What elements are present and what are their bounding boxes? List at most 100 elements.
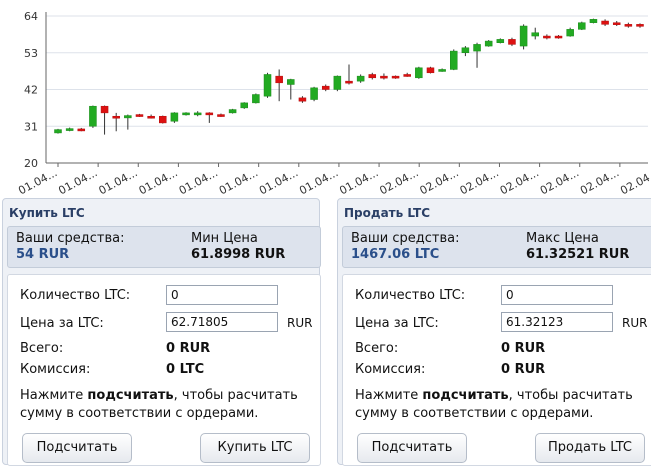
candle-body: [578, 22, 586, 30]
sell-price-label: Цена за LTC:: [355, 316, 439, 331]
candle-body: [612, 22, 621, 25]
candle-body: [182, 112, 190, 116]
sell-max-price-label: Макс Цена: [526, 231, 599, 246]
candle-body: [380, 75, 388, 79]
buy-funds-value: 54 RUR: [16, 247, 70, 262]
x-tick-label: 02.04...: [418, 166, 461, 197]
sell-order-form: Количество LTC: 0 Цена за LTC: 61.32123 …: [342, 274, 651, 466]
candle-body: [275, 75, 283, 84]
sell-qty-input[interactable]: 0: [501, 285, 613, 305]
candle-body: [484, 40, 493, 47]
candle-body: [54, 129, 62, 134]
candle-body: [450, 50, 458, 70]
sell-fee-value: 0 RUR: [501, 362, 546, 377]
buy-fee-label: Комиссия:: [20, 362, 91, 377]
candle-body: [333, 75, 342, 90]
y-tick-label: 20: [24, 157, 38, 170]
sell-hint-text-1: Нажмите: [355, 388, 423, 403]
buy-panel: Купить LTC Ваши средства: 54 RUR Мин Цен…: [2, 198, 321, 466]
candle-body: [391, 75, 400, 79]
sell-max-price-value: 61.32521 RUR: [526, 247, 630, 262]
sell-calc-hint: Нажмите подсчитать, чтобы расчитать сумм…: [355, 387, 645, 423]
sell-calculate-button[interactable]: Подсчитать: [357, 433, 467, 463]
candle-body: [543, 35, 551, 39]
sell-funds-value: 1467.06 LTC: [351, 247, 440, 262]
buy-total-value: 0 RUR: [166, 341, 211, 356]
buy-price-input[interactable]: 62.71805: [166, 312, 278, 332]
candle-body: [368, 74, 377, 79]
candle-body: [135, 114, 144, 117]
candle-body: [193, 112, 202, 116]
sell-funds-box: Ваши средства: 1467.06 LTC Макс Цена 61.…: [342, 226, 651, 268]
y-tick-label: 53: [24, 47, 38, 60]
candle-body: [508, 39, 516, 45]
candle-body: [345, 80, 353, 84]
candle-body: [240, 102, 248, 109]
x-tick-label: 02.04...: [578, 166, 621, 197]
candle-body: [65, 128, 74, 131]
candle-body: [356, 75, 365, 82]
candle-body: [89, 105, 97, 127]
buy-hint-bold: подсчитать: [87, 388, 174, 403]
candle-body: [77, 128, 86, 132]
candle-body: [438, 69, 446, 72]
sell-funds-label: Ваши средства:: [351, 231, 460, 246]
buy-funds-box: Ваши средства: 54 RUR Мин Цена 61.8998 R…: [7, 226, 321, 268]
candle-body: [100, 105, 109, 114]
candle-body: [310, 87, 318, 100]
candle-body: [147, 115, 155, 119]
candle-body: [554, 35, 563, 39]
sell-price-input[interactable]: 61.32123: [501, 312, 613, 332]
x-tick-label: 01.04...: [257, 166, 300, 197]
candle-body: [415, 67, 423, 79]
candle-body: [473, 44, 481, 52]
candle-body: [321, 85, 330, 90]
x-tick-label: 02.04...: [377, 166, 420, 197]
buy-fee-value: 0 LTC: [166, 362, 205, 377]
candle-body: [205, 112, 214, 116]
sell-fee-label: Комиссия:: [355, 362, 426, 377]
candle-body: [589, 19, 598, 23]
sell-total-value: 0 RUR: [501, 341, 546, 356]
sell-price-unit: RUR: [622, 316, 648, 330]
x-tick-label: 01.04...: [56, 166, 99, 197]
buy-qty-input[interactable]: 0: [166, 285, 278, 305]
candle-body: [252, 94, 260, 104]
candle-body: [519, 25, 528, 47]
sell-qty-label: Количество LTC:: [355, 288, 466, 303]
sell-hint-bold: подсчитать: [422, 388, 509, 403]
buy-funds-label: Ваши средства:: [16, 231, 125, 246]
candle-body: [403, 74, 411, 77]
x-tick-label: 02.04...: [538, 166, 581, 197]
buy-total-label: Всего:: [20, 341, 64, 356]
x-tick-label: 01.04...: [337, 166, 380, 197]
buy-order-form: Количество LTC: 0 Цена за LTC: 62.71805 …: [7, 274, 321, 466]
candle-body: [124, 115, 132, 119]
buy-min-price-value: 61.8998 RUR: [191, 247, 286, 262]
buy-ltc-button[interactable]: Купить LTC: [200, 433, 310, 463]
candle-body: [566, 29, 574, 37]
y-tick-label: 42: [24, 84, 38, 97]
y-tick-label: 64: [24, 10, 38, 23]
candle-body: [217, 114, 225, 117]
candle-body: [531, 32, 539, 37]
sell-panel: Продать LTC Ваши средства: 1467.06 LTC М…: [337, 198, 651, 466]
buy-price-label: Цена за LTC:: [20, 316, 104, 331]
x-tick-label: 01.04...: [217, 166, 260, 197]
buy-min-price-label: Мин Цена: [191, 231, 258, 246]
buy-calc-hint: Нажмите подсчитать, чтобы расчитать сумм…: [20, 387, 310, 423]
candle-body: [426, 67, 435, 74]
candle-body: [112, 115, 120, 119]
candle-body: [170, 112, 179, 122]
x-tick-label: 01.04...: [297, 166, 340, 197]
candle-body: [461, 47, 470, 53]
candle-body: [624, 24, 633, 27]
x-tick-label: 01.04...: [97, 166, 140, 197]
y-tick-label: 31: [24, 120, 38, 133]
sell-ltc-button[interactable]: Продать LTC: [535, 433, 645, 463]
candle-body: [159, 115, 167, 124]
candle-body: [228, 109, 237, 114]
x-tick-label: 01.04...: [16, 166, 59, 197]
buy-calculate-button[interactable]: Подсчитать: [22, 433, 132, 463]
candle-body: [496, 39, 505, 43]
